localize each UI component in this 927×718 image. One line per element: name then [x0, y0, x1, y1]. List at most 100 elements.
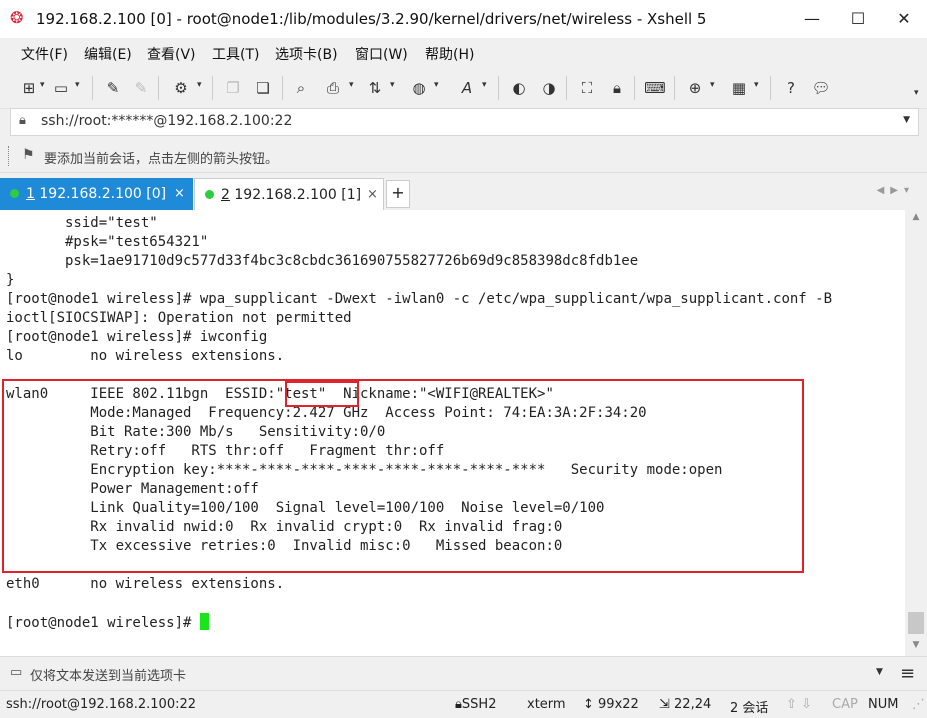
terminal-output[interactable]: ssid="test" #psk="test654321" psk=1ae917… — [0, 210, 905, 656]
copy-icon[interactable]: ❐ — [222, 78, 244, 98]
paste-icon[interactable]: ❏ — [252, 78, 274, 98]
maximize-button[interactable]: ☐ — [835, 0, 881, 38]
tab-bar: 1 192.168.2.100 [0] × 2 192.168.2.100 [1… — [0, 176, 927, 210]
status-size: ↕ 99x22 — [583, 697, 639, 712]
essid-highlight-box — [285, 381, 359, 407]
help-icon[interactable]: ? — [780, 78, 802, 98]
font-dropdown-icon[interactable]: ▾ — [482, 80, 487, 90]
window-title: 192.168.2.100 [0] - root@node1:/lib/modu… — [36, 10, 707, 28]
close-button[interactable]: ✕ — [881, 0, 927, 38]
toolbar-overflow-icon[interactable]: ▾ — [914, 88, 919, 98]
compose-bar: ▭ 仅将文本发送到当前选项卡 ▼ ≡ — [0, 656, 927, 691]
toolbar-separator — [158, 76, 159, 100]
new-session-dropdown-icon[interactable]: ▾ — [40, 80, 45, 90]
terminal-line: psk=1ae91710d9c577d33f4bc3c8cbdc36169075… — [6, 253, 639, 269]
globe-icon[interactable]: ◍ — [408, 78, 430, 98]
menu-help[interactable]: 帮助(H) — [425, 44, 474, 64]
status-dot-icon — [205, 190, 214, 199]
chat-icon[interactable]: 💬︎ — [810, 78, 832, 98]
address-dropdown-icon[interactable]: ▼ — [903, 115, 910, 125]
status-connection: ssh://root@192.168.2.100:22 — [6, 697, 197, 712]
lock-icon: 🔒︎ — [455, 697, 462, 712]
keyboard-icon[interactable]: ⌨ — [644, 78, 666, 98]
status-bar: ssh://root@192.168.2.100:22 🔒︎SSH2 xterm… — [0, 690, 927, 718]
menu-icon[interactable]: ≡ — [900, 663, 915, 684]
print-dropdown-icon[interactable]: ▾ — [349, 80, 354, 90]
menu-edit[interactable]: 编辑(E) — [84, 44, 132, 64]
status-protocol: 🔒︎SSH2 — [455, 697, 497, 712]
close-tab-icon[interactable]: × — [174, 186, 185, 201]
reconnect-icon[interactable]: ✎ — [102, 78, 124, 98]
xftp-icon[interactable]: ◐ — [508, 78, 530, 98]
status-cap: CAP — [832, 697, 858, 712]
transfer-icon[interactable]: ⇅ — [364, 78, 386, 98]
resize-grip-icon[interactable]: ⋰ — [912, 697, 925, 712]
print-icon[interactable]: ⎙ — [322, 78, 344, 98]
grip-handle — [8, 146, 12, 166]
menu-window[interactable]: 窗口(W) — [355, 44, 408, 64]
terminal-line: } — [6, 272, 15, 288]
terminal-line: [root@node1 wireless]# wpa_supplicant -D… — [6, 291, 833, 307]
compose-icon[interactable]: ▭ — [10, 665, 22, 680]
send-target-label[interactable]: 仅将文本发送到当前选项卡 — [30, 665, 186, 684]
toolbar-separator — [770, 76, 771, 100]
menu-tabs[interactable]: 选项卡(B) — [275, 44, 338, 64]
tab-session-1[interactable]: 1 192.168.2.100 [0] × — [0, 178, 193, 210]
globe-dropdown-icon[interactable]: ▾ — [434, 80, 439, 90]
scroll-up-icon[interactable]: ▲ — [905, 212, 927, 222]
session-nav-icon[interactable]: ⇧ ⇩ — [786, 697, 812, 712]
minimize-button[interactable]: — — [789, 0, 835, 38]
toolbar-separator — [92, 76, 93, 100]
menu-file[interactable]: 文件(F) — [21, 44, 68, 64]
status-terminal-type: xterm — [527, 697, 566, 712]
add-tab-button[interactable]: + — [386, 180, 410, 208]
xagent-icon[interactable]: ◑ — [538, 78, 560, 98]
send-target-dropdown-icon[interactable]: ▼ — [876, 667, 883, 677]
properties-dropdown-icon[interactable]: ▾ — [197, 80, 202, 90]
toolbar-separator — [634, 76, 635, 100]
toolbar: ⊞ ▾ ▭ ▾ ✎ ✎ ⚙ ▾ ❐ ❏ ⌕ ⎙ ▾ ⇅ ▾ ◍ ▾ A ▾ ◐ … — [0, 68, 927, 109]
terminal-cursor — [199, 613, 209, 630]
scroll-down-icon[interactable]: ▼ — [905, 640, 927, 650]
fullscreen-icon[interactable]: ⛶ — [576, 78, 598, 98]
terminal-line: #psk="test654321" — [6, 234, 209, 250]
toolbar-separator — [212, 76, 213, 100]
toolbar-separator — [566, 76, 567, 100]
hint-text: 要添加当前会话，点击左侧的箭头按钮。 — [44, 152, 279, 167]
tab-label: 2 192.168.2.100 [1] — [221, 187, 362, 203]
terminal-line: [root@node1 wireless]# iwconfig — [6, 329, 268, 345]
terminal-line: ssid="test" — [6, 215, 158, 231]
find-icon[interactable]: ⌕ — [290, 78, 312, 98]
lock-icon[interactable]: 🔒︎ — [606, 78, 628, 98]
menu-bar: 文件(F) 编辑(E) 查看(V) 工具(T) 选项卡(B) 窗口(W) 帮助(… — [0, 38, 927, 68]
menu-view[interactable]: 查看(V) — [147, 44, 196, 64]
tab-label: 1 192.168.2.100 [0] — [26, 186, 167, 202]
new-tab-dropdown-icon[interactable]: ▾ — [710, 80, 715, 90]
terminal-line: [root@node1 wireless]# — [6, 615, 200, 631]
tab-session-2[interactable]: 2 192.168.2.100 [1] × — [194, 178, 384, 210]
terminal-line: ioctl[SIOCSIWAP]: Operation not permitte… — [6, 310, 352, 326]
address-bar[interactable]: 🔒︎ ssh://root:******@192.168.2.100:22 ▼ — [10, 108, 919, 136]
address-input[interactable]: ssh://root:******@192.168.2.100:22 — [41, 113, 292, 129]
toolbar-separator — [498, 76, 499, 100]
layout-icon[interactable]: ▦ — [728, 78, 750, 98]
close-tab-icon[interactable]: × — [367, 187, 378, 202]
session-hint-bar: ⚑ 要添加当前会话，点击左侧的箭头按钮。 — [0, 140, 927, 173]
font-icon[interactable]: A — [456, 78, 478, 98]
tab-scroll-icon[interactable]: ◀▶▾ — [877, 185, 915, 196]
open-dropdown-icon[interactable]: ▾ — [75, 80, 80, 90]
add-session-arrow-icon[interactable]: ⚑ — [22, 147, 35, 163]
terminal-scrollbar[interactable]: ▲ ▼ — [905, 210, 927, 656]
status-num: NUM — [868, 697, 899, 712]
layout-dropdown-icon[interactable]: ▾ — [754, 80, 759, 90]
properties-icon[interactable]: ⚙ — [170, 78, 192, 98]
open-folder-icon[interactable]: ▭ — [50, 78, 72, 98]
menu-tools[interactable]: 工具(T) — [212, 44, 259, 64]
status-sessions: 2 会话 — [730, 701, 769, 716]
transfer-dropdown-icon[interactable]: ▾ — [390, 80, 395, 90]
new-tab-icon[interactable]: ⊕ — [684, 78, 706, 98]
disconnect-icon[interactable]: ✎ — [130, 78, 152, 98]
title-bar[interactable]: ❂ 192.168.2.100 [0] - root@node1:/lib/mo… — [0, 0, 927, 39]
new-session-icon[interactable]: ⊞ — [18, 78, 40, 98]
scroll-thumb[interactable] — [908, 612, 924, 634]
